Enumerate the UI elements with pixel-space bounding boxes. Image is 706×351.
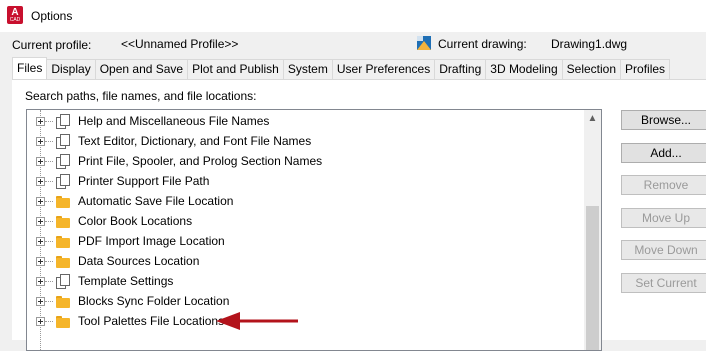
scroll-thumb[interactable] xyxy=(586,206,599,350)
current-profile-value: <<Unnamed Profile>> xyxy=(121,37,239,51)
browse-button[interactable]: Browse... xyxy=(621,110,706,130)
tree-item-label: Automatic Save File Location xyxy=(78,194,234,208)
tree-item-label: Template Settings xyxy=(78,274,174,288)
tree-vertical-scrollbar[interactable]: ▲ xyxy=(584,110,601,350)
expand-plus-icon[interactable] xyxy=(36,117,45,126)
scroll-up-arrow-icon[interactable]: ▲ xyxy=(584,110,601,127)
tree-item-automatic-save[interactable]: Automatic Save File Location xyxy=(27,191,587,211)
expand-plus-icon[interactable] xyxy=(36,157,45,166)
tree-item-blocks-sync[interactable]: Blocks Sync Folder Location xyxy=(27,291,587,311)
documents-icon xyxy=(55,133,71,149)
expand-plus-icon[interactable] xyxy=(36,277,45,286)
folder-icon xyxy=(55,233,71,249)
tree-item-label: Print File, Spooler, and Prolog Section … xyxy=(78,154,323,168)
app-icon-caption: CAD xyxy=(9,17,21,23)
drawing-icon xyxy=(417,36,431,50)
tree-item-label: Help and Miscellaneous File Names xyxy=(78,114,270,128)
move-up-button[interactable]: Move Up xyxy=(621,208,706,228)
add-button[interactable]: Add... xyxy=(621,143,706,163)
documents-icon xyxy=(55,173,71,189)
tab-3d-modeling[interactable]: 3D Modeling xyxy=(485,59,563,79)
tree-item-label: Color Book Locations xyxy=(78,214,193,228)
tree-item-print-file[interactable]: Print File, Spooler, and Prolog Section … xyxy=(27,151,587,171)
tab-profiles[interactable]: Profiles xyxy=(620,59,671,79)
set-current-button[interactable]: Set Current xyxy=(621,273,706,293)
tree-item-label: Data Sources Location xyxy=(78,254,200,268)
expand-plus-icon[interactable] xyxy=(36,217,45,226)
tree-item-help-misc[interactable]: Help and Miscellaneous File Names xyxy=(27,111,587,131)
tab-display[interactable]: Display xyxy=(46,59,96,79)
expand-plus-icon[interactable] xyxy=(36,237,45,246)
folder-icon xyxy=(55,293,71,309)
remove-button[interactable]: Remove xyxy=(621,175,706,195)
folder-icon xyxy=(55,313,71,329)
current-drawing-value: Drawing1.dwg xyxy=(551,37,628,51)
expand-plus-icon[interactable] xyxy=(36,257,45,266)
tree-item-data-sources[interactable]: Data Sources Location xyxy=(27,251,587,271)
tree-item-template-settings[interactable]: Template Settings xyxy=(27,271,587,291)
current-drawing-label: Current drawing: xyxy=(438,37,527,51)
tree-item-label: Tool Palettes File Locations xyxy=(78,314,225,328)
expand-plus-icon[interactable] xyxy=(36,317,45,326)
expand-plus-icon[interactable] xyxy=(36,177,45,186)
tab-user-preferences[interactable]: User Preferences xyxy=(331,59,436,79)
folder-icon xyxy=(55,253,71,269)
folder-icon xyxy=(55,193,71,209)
tree-item-tool-palettes[interactable]: Tool Palettes File Locations xyxy=(27,311,587,331)
tree-item-pdf-import[interactable]: PDF Import Image Location xyxy=(27,231,587,251)
current-profile-label: Current profile: xyxy=(12,38,92,52)
expand-plus-icon[interactable] xyxy=(36,197,45,206)
tab-system[interactable]: System xyxy=(282,59,333,79)
documents-icon xyxy=(55,113,71,129)
tree-item-label: Printer Support File Path xyxy=(78,174,210,188)
tab-open-and-save[interactable]: Open and Save xyxy=(94,59,189,79)
expand-plus-icon[interactable] xyxy=(36,137,45,146)
tab-drafting[interactable]: Drafting xyxy=(434,59,487,79)
window-title: Options xyxy=(31,9,73,23)
tree-item-label: Text Editor, Dictionary, and Font File N… xyxy=(78,134,312,148)
tree-item-color-book[interactable]: Color Book Locations xyxy=(27,211,587,231)
options-tabs: Files Display Open and Save Plot and Pub… xyxy=(12,57,671,79)
documents-icon xyxy=(55,153,71,169)
tab-plot-and-publish[interactable]: Plot and Publish xyxy=(187,59,284,79)
expand-plus-icon[interactable] xyxy=(36,297,45,306)
files-tab-panel: Search paths, file names, and file locat… xyxy=(12,79,706,351)
search-paths-label: Search paths, file names, and file locat… xyxy=(25,89,257,103)
annotation-arrow-icon xyxy=(216,312,298,330)
tree-item-label: Blocks Sync Folder Location xyxy=(78,294,230,308)
tree-item-printer-support[interactable]: Printer Support File Path xyxy=(27,171,587,191)
tab-selection[interactable]: Selection xyxy=(561,59,622,79)
folder-icon xyxy=(55,213,71,229)
autocad-app-icon: A CAD xyxy=(7,6,23,24)
tree-item-label: PDF Import Image Location xyxy=(78,234,225,248)
documents-icon xyxy=(55,273,71,289)
tree-item-text-editor[interactable]: Text Editor, Dictionary, and Font File N… xyxy=(27,131,587,151)
file-locations-tree[interactable]: Help and Miscellaneous File Names Text E… xyxy=(26,109,602,351)
move-down-button[interactable]: Move Down xyxy=(621,240,706,260)
title-bar: A CAD Options xyxy=(0,0,706,32)
tab-files[interactable]: Files xyxy=(12,57,48,79)
